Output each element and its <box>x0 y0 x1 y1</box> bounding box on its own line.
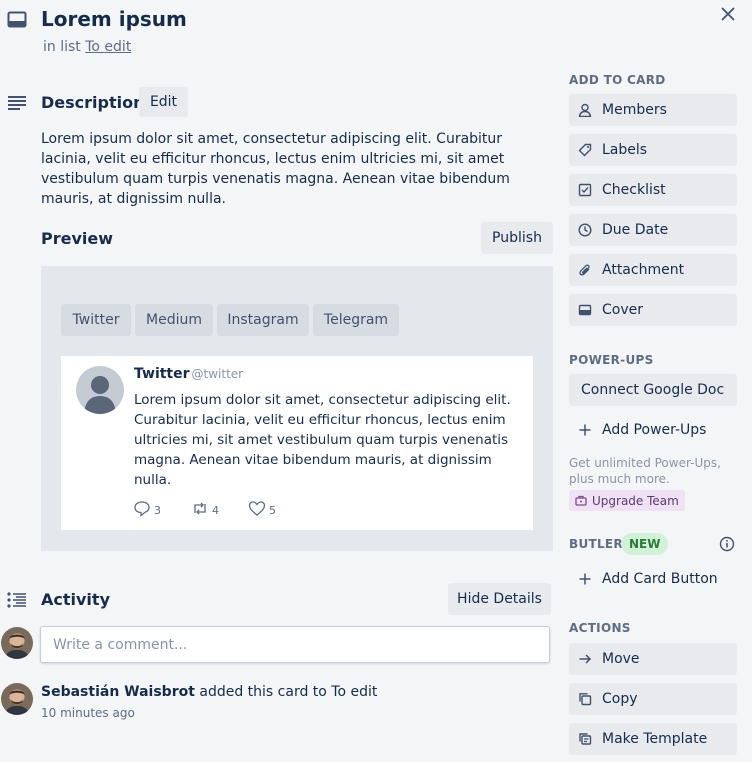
new-badge: NEW <box>621 533 669 555</box>
template-icon <box>578 732 592 746</box>
members-label: Members <box>602 102 667 118</box>
add-power-ups-button[interactable]: Add Power-Ups <box>569 414 737 446</box>
arrow-right-icon <box>578 652 592 666</box>
tweet-like[interactable]: 5 <box>248 500 276 520</box>
add-to-card-label: ADD TO CARD <box>569 73 666 87</box>
reply-icon <box>133 500 151 520</box>
tweet-retweet[interactable]: 4 <box>191 500 219 520</box>
due-date-button[interactable]: Due Date <box>569 214 737 246</box>
comment-input[interactable] <box>40 626 550 663</box>
plus-icon <box>578 572 592 586</box>
tab-medium[interactable]: Medium <box>135 304 213 336</box>
card-icon <box>7 10 27 30</box>
tab-instagram[interactable]: Instagram <box>217 304 309 336</box>
tab-twitter[interactable]: Twitter <box>61 304 131 336</box>
close-icon[interactable] <box>716 2 740 26</box>
avatar <box>1 627 33 659</box>
avatar <box>1 683 33 715</box>
tweet-reply[interactable]: 3 <box>133 500 161 520</box>
reply-count: 3 <box>154 503 161 517</box>
activity-icon <box>7 591 27 609</box>
description-text[interactable]: Lorem ipsum dolor sit amet, consectetur … <box>41 129 556 209</box>
power-ups-label: POWER-UPS <box>569 353 654 367</box>
description-title: Description <box>41 93 145 112</box>
briefcase-icon <box>575 495 587 506</box>
edit-description-button[interactable]: Edit <box>139 87 188 117</box>
power-ups-upsell-text: Get unlimited Power-Ups, plus much more. <box>569 456 721 486</box>
in-list-text: in list To edit <box>43 39 131 55</box>
tag-icon <box>578 143 592 157</box>
make-template-label: Make Template <box>602 731 708 747</box>
publish-button[interactable]: Publish <box>481 222 553 254</box>
plus-icon <box>578 423 592 437</box>
members-button[interactable]: Members <box>569 94 737 126</box>
heart-icon <box>248 500 266 520</box>
add-card-button-label: Add Card Button <box>602 571 718 587</box>
tweet-text: Lorem ipsum dolor sit amet, consectetur … <box>134 392 511 488</box>
tweet-author-handle: @twitter <box>191 367 244 381</box>
tab-telegram[interactable]: Telegram <box>313 304 399 336</box>
checkbox-icon <box>578 183 592 197</box>
checklist-label: Checklist <box>602 182 666 198</box>
labels-label: Labels <box>602 142 648 158</box>
attachment-button[interactable]: Attachment <box>569 254 737 286</box>
activity-time[interactable]: 10 minutes ago <box>41 706 135 720</box>
retweet-count: 4 <box>212 503 219 517</box>
activity-action: added this card to To edit <box>199 684 378 700</box>
actions-label: ACTIONS <box>569 621 631 635</box>
copy-button[interactable]: Copy <box>569 683 737 715</box>
person-icon <box>578 103 592 117</box>
tweet-author: Twitter @twitter <box>134 366 243 382</box>
add-card-button-button[interactable]: Add Card Button <box>569 563 737 595</box>
activity-entry: Sebastián Waisbrot added this card to To… <box>41 684 377 700</box>
butler-label: BUTLER <box>569 537 623 551</box>
cover-label: Cover <box>602 302 643 318</box>
connect-google-doc-button[interactable]: Connect Google Doc <box>569 374 737 406</box>
tweet-author-name: Twitter <box>134 366 190 382</box>
like-count: 5 <box>269 503 276 517</box>
upgrade-team-button[interactable]: Upgrade Team <box>569 490 685 511</box>
move-button[interactable]: Move <box>569 643 737 675</box>
description-icon <box>7 94 27 112</box>
activity-user[interactable]: Sebastián Waisbrot <box>41 684 195 700</box>
list-link[interactable]: To edit <box>85 39 131 55</box>
preview-title: Preview <box>41 229 114 248</box>
move-label: Move <box>602 651 640 667</box>
paperclip-icon <box>578 263 592 277</box>
tweet-avatar <box>76 366 124 414</box>
cover-button[interactable]: Cover <box>569 294 737 326</box>
cover-icon <box>578 303 592 317</box>
due-date-label: Due Date <box>602 222 669 238</box>
add-power-ups-label: Add Power-Ups <box>602 422 707 438</box>
info-icon[interactable] <box>719 536 735 556</box>
labels-button[interactable]: Labels <box>569 134 737 166</box>
retweet-icon <box>191 500 209 520</box>
card-title[interactable]: Lorem ipsum <box>41 7 187 31</box>
copy-icon <box>578 692 592 706</box>
copy-label: Copy <box>602 691 638 707</box>
clock-icon <box>578 223 592 237</box>
hide-details-button[interactable]: Hide Details <box>448 583 551 615</box>
in-list-prefix: in list <box>43 39 81 55</box>
attachment-label: Attachment <box>602 262 685 278</box>
activity-title: Activity <box>41 590 110 609</box>
checklist-button[interactable]: Checklist <box>569 174 737 206</box>
upgrade-team-label: Upgrade Team <box>592 493 679 508</box>
make-template-button[interactable]: Make Template <box>569 723 737 755</box>
